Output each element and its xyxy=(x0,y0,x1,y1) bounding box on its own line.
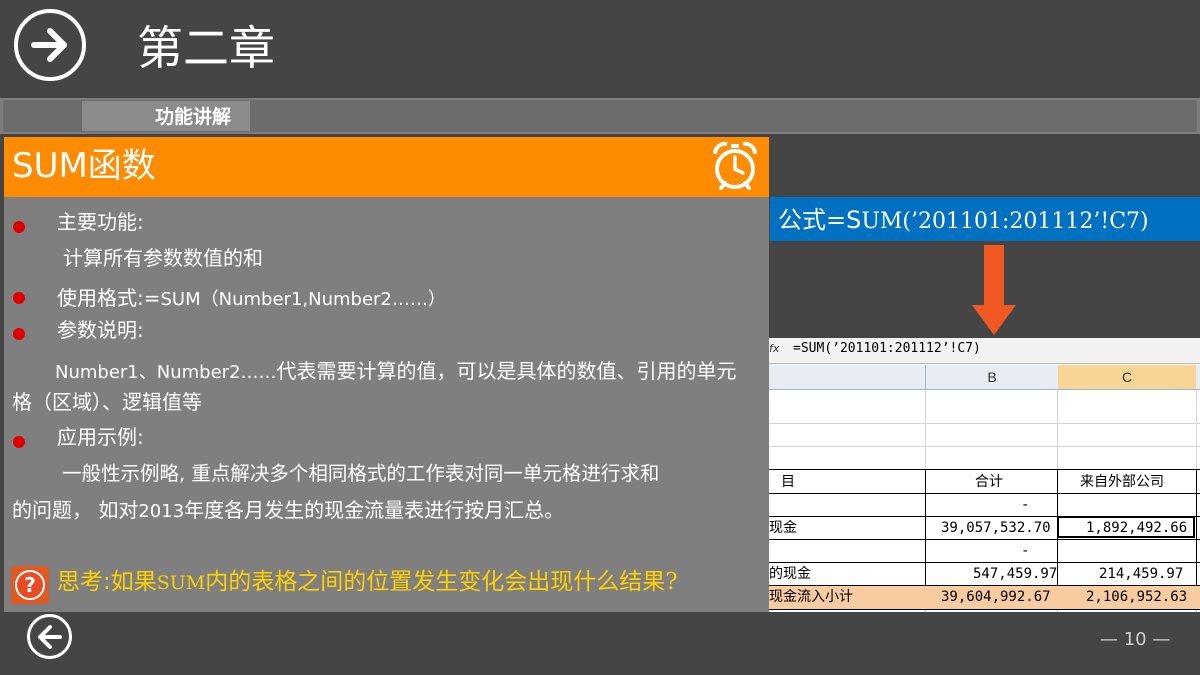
bullet-icon xyxy=(13,292,25,304)
example-text-b: 年度各月发生的现金流量表进行按月汇总。 xyxy=(184,498,565,522)
example-text-a: 的问题， 如对 xyxy=(12,498,139,522)
column-headers: B C xyxy=(769,365,1200,390)
cell-b-dash-2[interactable]: - xyxy=(1021,540,1029,562)
item-main-function-label: 主要功能: xyxy=(57,210,144,234)
question-icon: ? xyxy=(11,566,49,604)
cell-a-subtotal[interactable]: 现金流入小计 xyxy=(769,586,853,608)
formula-label: 公式= xyxy=(778,206,847,234)
item-example-label: 应用示例: xyxy=(57,425,144,449)
table-border xyxy=(769,469,1200,470)
cell-a-other-cash[interactable]: 的现金 xyxy=(769,563,811,585)
formula-expr: UM(’201101:201112’!C7) xyxy=(861,209,1149,234)
cell-a-header[interactable]: 目 xyxy=(781,471,795,493)
item-example-detail-2: 的问题， 如对2013年度各月发生的现金流量表进行按月汇总。 xyxy=(12,496,564,526)
formula-s: S xyxy=(846,206,862,234)
think-qmark: ? xyxy=(665,569,678,595)
cell-c-other-cash[interactable]: 214,459.97 xyxy=(1099,563,1183,585)
bullet-icon xyxy=(13,436,25,448)
column-header-b[interactable]: B xyxy=(925,365,1059,389)
think-question: 思考:如果SUM内的表格之间的位置发生变化会出现什么结果? xyxy=(57,566,678,598)
fx-icon[interactable]: fx xyxy=(769,342,781,358)
cell-a-cash[interactable]: 现金 xyxy=(769,517,797,539)
bullet-icon xyxy=(13,221,25,233)
example-year: 2013 xyxy=(138,501,185,522)
alarm-clock-icon xyxy=(711,140,759,196)
usage-code: SUM（Number1,Number2……） xyxy=(160,289,446,310)
item-params-detail: Number1、Number2……代表需要计算的值，可以是具体的数值、引用的单元 xyxy=(55,357,737,387)
table-border xyxy=(769,609,1200,610)
item-params-detail-2: 格（区域）、逻辑值等 xyxy=(12,390,202,414)
params-text: 代表需要计算的值，可以是具体的数值、引用的单元 xyxy=(276,359,737,383)
item-example-detail: 一般性示例略, 重点解决多个相同格式的工作表对同一单元格进行求和 xyxy=(62,462,660,485)
think-code: SUM xyxy=(156,572,206,594)
gridline xyxy=(769,423,1200,424)
spreadsheet-view: fx =SUM(’201101:201112’!C7) B C 目 合计 来自外… xyxy=(769,338,1200,612)
column-header-c[interactable]: C xyxy=(1058,365,1196,389)
usage-prefix: 使用格式:= xyxy=(57,286,161,310)
formula-text: 公式=SUM(’201101:201112’!C7) xyxy=(778,203,1149,239)
formula-bar-text[interactable]: =SUM(’201101:201112’!C7) xyxy=(793,341,981,356)
cell-c-header[interactable]: 来自外部公司 xyxy=(1080,471,1164,493)
panel-title: SUM函数 xyxy=(12,146,156,186)
cell-c-cash[interactable]: 1,892,492.66 xyxy=(1086,517,1187,539)
page-title: 第二章 xyxy=(137,21,275,75)
item-usage-label: 使用格式:=SUM（Number1,Number2……） xyxy=(57,284,446,314)
table-border xyxy=(769,493,1200,494)
cell-b-dash[interactable]: - xyxy=(1021,494,1029,516)
bullet-icon xyxy=(13,328,25,340)
think-suffix: 内的表格之间的位置发生变化会出现什么结果 xyxy=(205,569,666,595)
down-arrow-icon xyxy=(968,243,1020,341)
item-params-label: 参数说明: xyxy=(57,318,144,342)
back-arrow-icon[interactable] xyxy=(27,614,72,659)
cell-b-cash[interactable]: 39,057,532.70 xyxy=(941,517,1051,539)
next-arrow-icon[interactable] xyxy=(14,9,86,81)
formula-bar[interactable]: fx =SUM(’201101:201112’!C7) xyxy=(769,338,1200,364)
params-code: Number1、Number2…… xyxy=(55,362,277,383)
section-label: 功能讲解 xyxy=(155,106,232,128)
think-prefix: 思考:如果 xyxy=(57,569,157,595)
cell-b-other-cash[interactable]: 547,459.97 xyxy=(973,563,1057,585)
cell-b-header[interactable]: 合计 xyxy=(975,471,1003,493)
cell-c-subtotal[interactable]: 2,106,952.63 xyxy=(1086,586,1187,608)
item-main-function-detail: 计算所有参数数值的和 xyxy=(63,246,263,270)
gridline xyxy=(769,446,1200,447)
table-border xyxy=(769,539,1200,540)
page-number: — 10 — xyxy=(1100,629,1171,650)
cell-b-subtotal[interactable]: 39,604,992.67 xyxy=(941,586,1051,608)
